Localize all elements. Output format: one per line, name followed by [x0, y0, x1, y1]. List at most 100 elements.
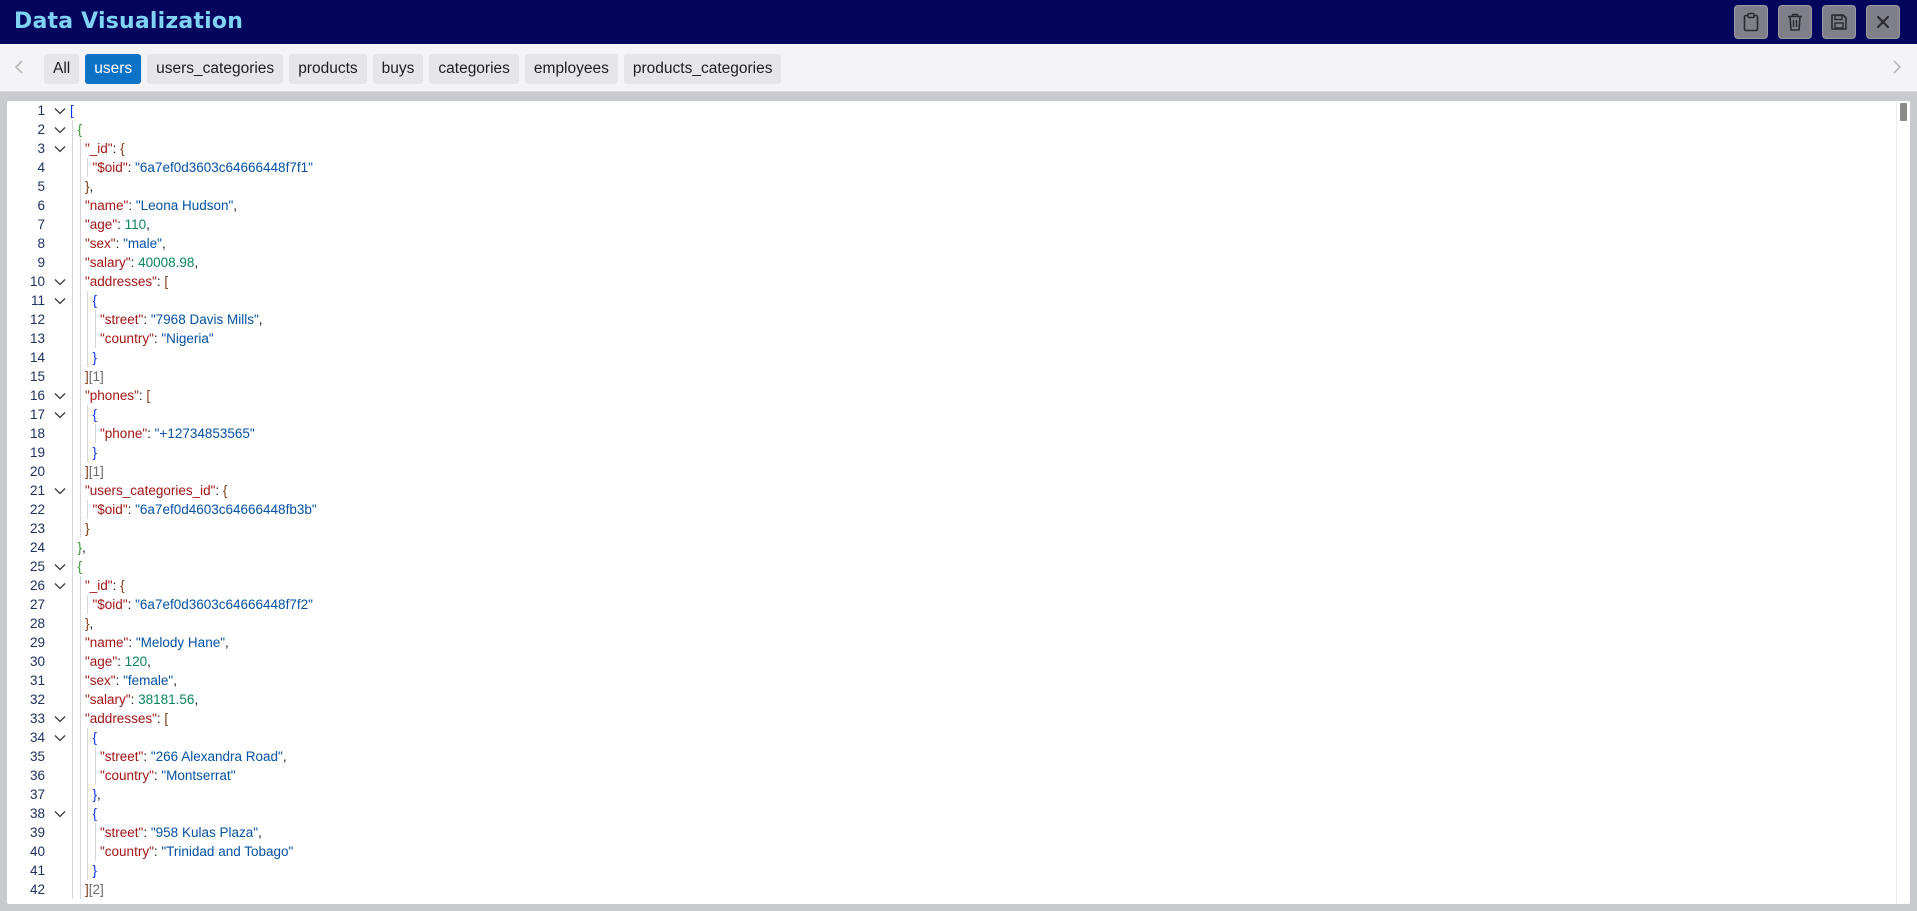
line-number: 35 — [29, 749, 45, 764]
tab-employees[interactable]: employees — [524, 54, 618, 84]
code-token: : — [117, 217, 125, 232]
code-token: "country" — [100, 331, 154, 346]
tab-users[interactable]: users — [85, 54, 142, 84]
line-number: 17 — [29, 407, 45, 422]
code-token: : — [130, 692, 139, 707]
code-token: "958 Kulas Plaza" — [150, 825, 259, 840]
tab-All[interactable]: All — [44, 54, 80, 84]
tab-buys[interactable]: buys — [372, 54, 424, 84]
fold-toggle-icon[interactable] — [53, 557, 67, 576]
code-token: } — [92, 350, 98, 365]
code-token: "6a7ef0d3603c64666448f7f2" — [135, 597, 313, 612]
code-token: [ — [70, 103, 74, 118]
code-line: "street": "266 Alexandra Road", — [100, 747, 287, 766]
code-line: "sex": "male", — [85, 234, 166, 253]
line-number: 36 — [29, 768, 45, 783]
code-token: 40008.98 — [138, 255, 195, 270]
fold-toggle-icon[interactable] — [53, 386, 67, 405]
code-token: "street" — [100, 312, 144, 327]
code-token: , — [146, 217, 150, 232]
line-number: 26 — [29, 578, 45, 593]
fold-toggle-icon[interactable] — [53, 576, 67, 595]
scroll-tabs-left-button[interactable] — [9, 58, 29, 78]
scrollbar-thumb[interactable] — [1900, 103, 1907, 121]
clipboard-button[interactable] — [1734, 5, 1768, 39]
fold-toggle-icon[interactable] — [53, 291, 67, 310]
line-number: 5 — [37, 179, 45, 194]
code-line: "country": "Nigeria" — [100, 329, 214, 348]
line-number: 22 — [29, 502, 45, 517]
indent-guide — [94, 310, 96, 348]
indent-guide — [87, 405, 88, 462]
fold-toggle-icon[interactable] — [53, 139, 67, 158]
fold-toggle-icon[interactable] — [53, 272, 67, 291]
code-token: "Melody Hane" — [135, 635, 226, 650]
line-number: 3 — [37, 141, 45, 156]
code-token: : — [117, 654, 125, 669]
code-token: [ — [146, 388, 151, 403]
code-token: "phone" — [100, 426, 148, 441]
close-button[interactable] — [1866, 5, 1900, 39]
code-token: "266 Alexandra Road" — [150, 749, 283, 764]
json-editor[interactable]: 1 2 3 4 5 6 7 8 9 10 11 12 13 14 15 16 17 18 19 20 21 22 23 24 2… — [7, 101, 1910, 904]
chevron-right-icon — [1892, 59, 1902, 78]
code-token: , — [258, 825, 262, 840]
fold-toggle-icon[interactable] — [53, 101, 67, 120]
fold-toggle-icon[interactable] — [53, 709, 67, 728]
line-number: 42 — [29, 882, 45, 897]
tab-users-categories[interactable]: users_categories — [147, 54, 284, 84]
indent-guide — [87, 595, 88, 614]
code-token: "salary" — [85, 692, 131, 707]
code-token: : — [143, 312, 151, 327]
code-line: "phones": [ — [85, 386, 150, 405]
code-token: : — [127, 502, 136, 517]
line-number: 13 — [29, 331, 45, 346]
code-token: "sex" — [85, 236, 116, 251]
line-number: 41 — [29, 863, 45, 878]
fold-toggle-icon[interactable] — [53, 120, 67, 139]
vertical-scrollbar[interactable] — [1896, 101, 1910, 904]
code-token: { — [92, 730, 98, 745]
code-area[interactable]: [{"_id": {"$oid": "6a7ef0d3603c64666448f… — [70, 101, 1894, 904]
code-token: : — [115, 673, 124, 688]
code-token: : — [143, 825, 151, 840]
delete-button[interactable] — [1778, 5, 1812, 39]
code-line: }, — [85, 614, 93, 633]
tab-categories[interactable]: categories — [429, 54, 519, 84]
line-number: 31 — [29, 673, 45, 688]
code-line: } — [93, 348, 98, 367]
code-line: "salary": 38181.56, — [85, 690, 198, 709]
tab-products-categories[interactable]: products_categories — [623, 54, 782, 84]
code-token: : — [127, 160, 136, 175]
code-token: [1] — [88, 369, 104, 384]
code-line: { — [93, 728, 98, 747]
fold-toggle-icon[interactable] — [53, 728, 67, 747]
code-token: { — [77, 559, 83, 574]
code-line: "age": 110, — [85, 215, 150, 234]
code-line: "name": "Leona Hudson", — [85, 196, 237, 215]
code-line: ][1] — [85, 462, 104, 481]
tab-products[interactable]: products — [289, 54, 367, 84]
line-number: 28 — [29, 616, 45, 631]
app-title: Data Visualization — [14, 9, 244, 34]
code-line: "phone": "+12734853565" — [100, 424, 255, 443]
code-token: : — [143, 749, 151, 764]
code-token: "name" — [85, 635, 129, 650]
code-line: "street": "958 Kulas Plaza", — [100, 823, 262, 842]
fold-toggle-icon[interactable] — [53, 481, 67, 500]
code-line: }, — [85, 177, 93, 196]
code-token: "+12734853565" — [154, 426, 255, 441]
scroll-tabs-right-button[interactable] — [1887, 58, 1907, 78]
collection-tab-bar: All users users_categories products buys cate… — [0, 44, 1917, 92]
code-line: "country": "Trinidad and Tobago" — [100, 842, 293, 861]
fold-toggle-icon[interactable] — [53, 405, 67, 424]
code-line: { — [93, 804, 98, 823]
code-token: 38181.56 — [138, 692, 195, 707]
fold-toggle-icon[interactable] — [53, 804, 67, 823]
save-button[interactable] — [1822, 5, 1856, 39]
code-token: , — [258, 312, 263, 327]
code-token: { — [92, 806, 98, 821]
code-token: { — [92, 407, 98, 422]
code-line: }, — [93, 785, 101, 804]
line-number: 19 — [29, 445, 45, 460]
